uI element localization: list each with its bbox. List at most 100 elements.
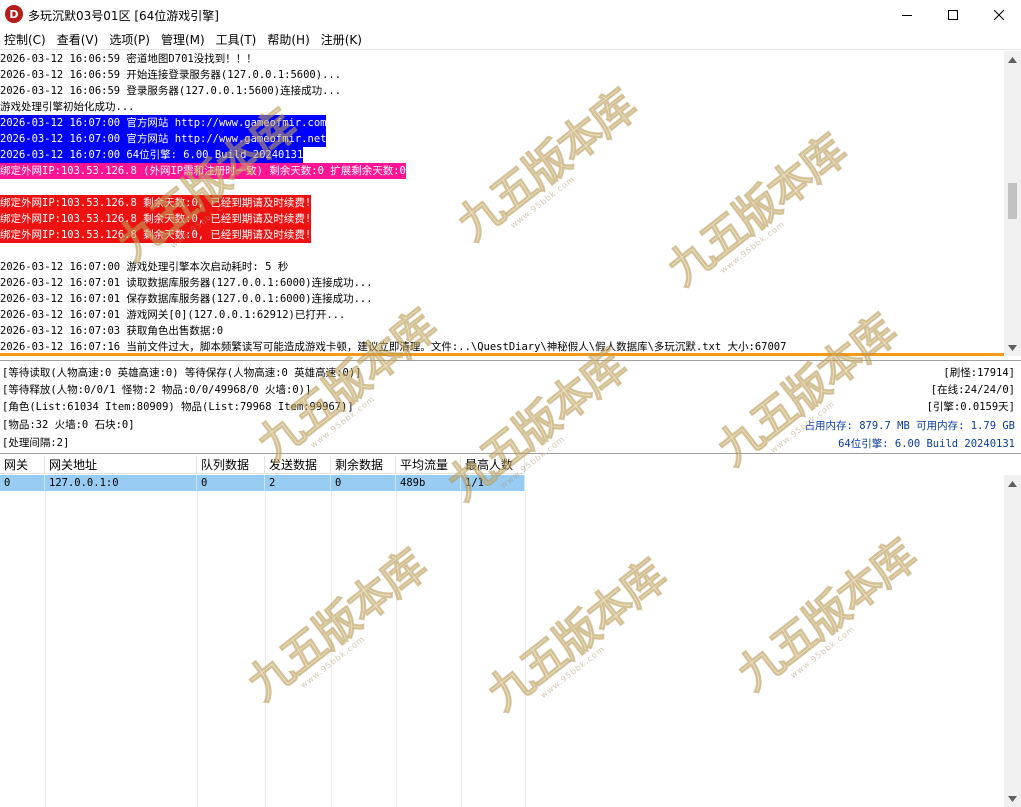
table-scrollbar[interactable] [1004,475,1021,807]
log-text: 2026-03-12 16:07:01 保存数据库服务器(127.0.0.1:6… [0,293,373,305]
maximize-icon [948,10,958,20]
log-text: 2026-03-12 16:07:00 游戏处理引擎本次启动耗时: 5 秒 [0,261,289,273]
log-line: 2026-03-12 16:07:00 64位引擎: 6.00 Build 20… [0,147,1004,163]
cell-gateway-address: 127.0.0.1:0 [45,475,197,491]
table-scroll-up-button[interactable] [1004,475,1021,492]
grid-line [265,491,266,807]
title-bar[interactable]: D 多玩沉默03号01区 [64位游戏引擎] [0,0,1021,30]
column-gateway-address[interactable]: 网关地址 [45,456,197,474]
status-interval: [处理间隔:2] [2,437,70,449]
app-icon: D [5,5,23,23]
log-line: 2026-03-12 16:06:59 开始连接登录服务器(127.0.0.1:… [0,67,1004,83]
status-wait-release: [等待释放(人物:0/0/1 怪物:2 物品:0/0/49968/0 火墙:0)… [2,384,312,396]
log-text: 2026-03-12 16:07:01 游戏网关[0](127.0.0.1:62… [0,309,346,321]
status-online: [在线:24/24/0] [930,384,1015,396]
menu-view[interactable]: 查看(V) [53,30,106,50]
menu-manage[interactable]: 管理(M) [157,30,212,50]
scroll-down-button[interactable] [1004,339,1021,356]
log-line: 2026-03-12 16:07:00 游戏处理引擎本次启动耗时: 5 秒 [0,259,1004,275]
cell-average-traffic: 489b [396,475,461,491]
close-button[interactable] [976,0,1021,30]
grid-line [525,491,526,807]
status-panel: [等待读取(人物高速:0 英雄高速:0) 等待保存(人物高速:0 英雄高速:0)… [0,360,1021,454]
scroll-up-button[interactable] [1004,51,1021,68]
log-text: 绑定外网IP:103.53.126.8 剩余天数:0, 已经到期请及时续费! [0,227,312,243]
log-line: 2026-03-12 16:07:00 官方网站 http://www.game… [0,131,1004,147]
column-average-traffic[interactable]: 平均流量 [396,456,461,474]
log-line: 2026-03-12 16:07:01 游戏网关[0](127.0.0.1:62… [0,307,1004,323]
column-gateway[interactable]: 网关 [0,456,45,474]
log-line: 绑定外网IP:103.53.126.8 剩余天数:0, 已经到期请及时续费! [0,195,1004,211]
menu-options[interactable]: 选项(P) [105,30,157,50]
menu-help[interactable]: 帮助(H) [263,30,316,50]
log-line: 2026-03-12 16:06:59 密道地图D701没找到！！！ [0,51,1004,67]
status-monster-count: [刷怪:17914] [943,367,1015,379]
column-sent-data[interactable]: 发送数据 [265,456,331,474]
log-text: 绑定外网IP:103.53.126.8 (外网IP需和注册时一致) 剩余天数:0… [0,163,406,179]
menu-register[interactable]: 注册(K) [317,30,369,50]
cell-remaining-data: 0 [331,475,396,491]
column-queue-data[interactable]: 队列数据 [197,456,265,474]
log-text: 2026-03-12 16:06:59 开始连接登录服务器(127.0.0.1:… [0,69,342,81]
close-icon [994,10,1004,20]
minimize-icon [902,15,912,16]
status-engine-version: 64位引擎: 6.00 Build 20240131 [838,438,1015,450]
column-max-users[interactable]: 最高人数 [461,456,525,474]
log-text: 游戏处理引擎初始化成功... [0,101,135,113]
log-text: 2026-03-12 16:07:00 64位引擎: 6.00 Build 20… [0,147,304,163]
menu-tools[interactable]: 工具(T) [212,30,264,50]
status-memory: 占用内存: 879.7 MB 可用内存: 1.79 GB [804,420,1015,432]
grid-line [331,491,332,807]
app-window: D 多玩沉默03号01区 [64位游戏引擎] 控制(C) 查看(V) 选项(P)… [0,0,1021,807]
cell-gateway: 0 [0,475,45,491]
log-panel[interactable]: 2026-03-12 16:06:59 密道地图D701没找到！！！ 2026-0… [0,51,1021,356]
grid-line [396,491,397,807]
log-text: 绑定外网IP:103.53.126.8 剩余天数:0, 已经到期请及时续费! [0,195,312,211]
log-text: 2026-03-12 16:06:59 登录服务器(127.0.0.1:5600… [0,85,342,97]
log-line: 绑定外网IP:103.53.126.8 (外网IP需和注册时一致) 剩余天数:0… [0,163,1004,179]
log-line: 2026-03-12 16:06:59 登录服务器(127.0.0.1:5600… [0,83,1004,99]
log-text: 2026-03-12 16:07:03 获取角色出售数据:0 [0,325,224,337]
progress-bar [0,353,1004,356]
scroll-thumb[interactable] [1008,183,1017,219]
log-line: 绑定外网IP:103.53.126.8 剩余天数:0, 已经到期请及时续费! [0,211,1004,227]
log-text: 2026-03-12 16:07:01 读取数据库服务器(127.0.0.1:6… [0,277,373,289]
log-text: 绑定外网IP:103.53.126.8 剩余天数:0, 已经到期请及时续费! [0,211,312,227]
cell-max-users: 1/1 [461,475,525,491]
log-line: 2026-03-12 16:07:03 获取角色出售数据:0 [0,323,1004,339]
log-line: 2026-03-12 16:07:01 读取数据库服务器(127.0.0.1:6… [0,275,1004,291]
column-remaining-data[interactable]: 剩余数据 [331,456,396,474]
grid-line [461,491,462,807]
log-line: 绑定外网IP:103.53.126.8 剩余天数:0, 已经到期请及时续费! [0,227,1004,243]
status-wait-read: [等待读取(人物高速:0 英雄高速:0) 等待保存(人物高速:0 英雄高速:0)… [2,367,362,379]
log-text: 2026-03-12 16:07:00 官方网站 http://www.game… [0,131,327,147]
table-scroll-down-button[interactable] [1004,790,1021,807]
log-line: 2026-03-12 16:07:00 官方网站 http://www.game… [0,115,1004,131]
table-row[interactable]: 0 127.0.0.1:0 0 2 0 489b 1/1 [0,475,525,491]
log-list: 2026-03-12 16:06:59 密道地图D701没找到！！！ 2026-0… [0,51,1004,356]
gateway-table: 网关 网关地址 队列数据 发送数据 剩余数据 平均流量 最高人数 0 127.0… [0,456,1021,807]
status-role-list: [角色(List:61034 Item:80909) 物品(List:79968… [2,401,354,413]
chevron-up-icon [1008,56,1017,63]
chevron-up-icon [1008,480,1017,487]
grid-line [45,491,46,807]
cell-queue-data: 0 [197,475,265,491]
log-text: 2026-03-12 16:06:59 密道地图D701没找到！！！ [0,53,257,65]
log-text: 2026-03-12 16:07:00 官方网站 http://www.game… [0,115,327,131]
log-scrollbar[interactable] [1004,51,1021,356]
grid-line [197,491,198,807]
log-line: 游戏处理引擎初始化成功... [0,99,1004,115]
maximize-button[interactable] [930,0,976,30]
status-items: [物品:32 火墙:0 石块:0] [2,419,135,431]
log-line: 2026-03-12 16:07:01 保存数据库服务器(127.0.0.1:6… [0,291,1004,307]
menu-bar: 控制(C) 查看(V) 选项(P) 管理(M) 工具(T) 帮助(H) 注册(K… [0,30,1021,50]
chevron-down-icon [1008,795,1017,802]
status-engine-days: [引擎:0.0159天] [926,401,1015,413]
chevron-down-icon [1008,344,1017,351]
minimize-button[interactable] [884,0,930,30]
table-header: 网关 网关地址 队列数据 发送数据 剩余数据 平均流量 最高人数 [0,456,525,474]
cell-sent-data: 2 [265,475,331,491]
menu-control[interactable]: 控制(C) [0,30,53,50]
